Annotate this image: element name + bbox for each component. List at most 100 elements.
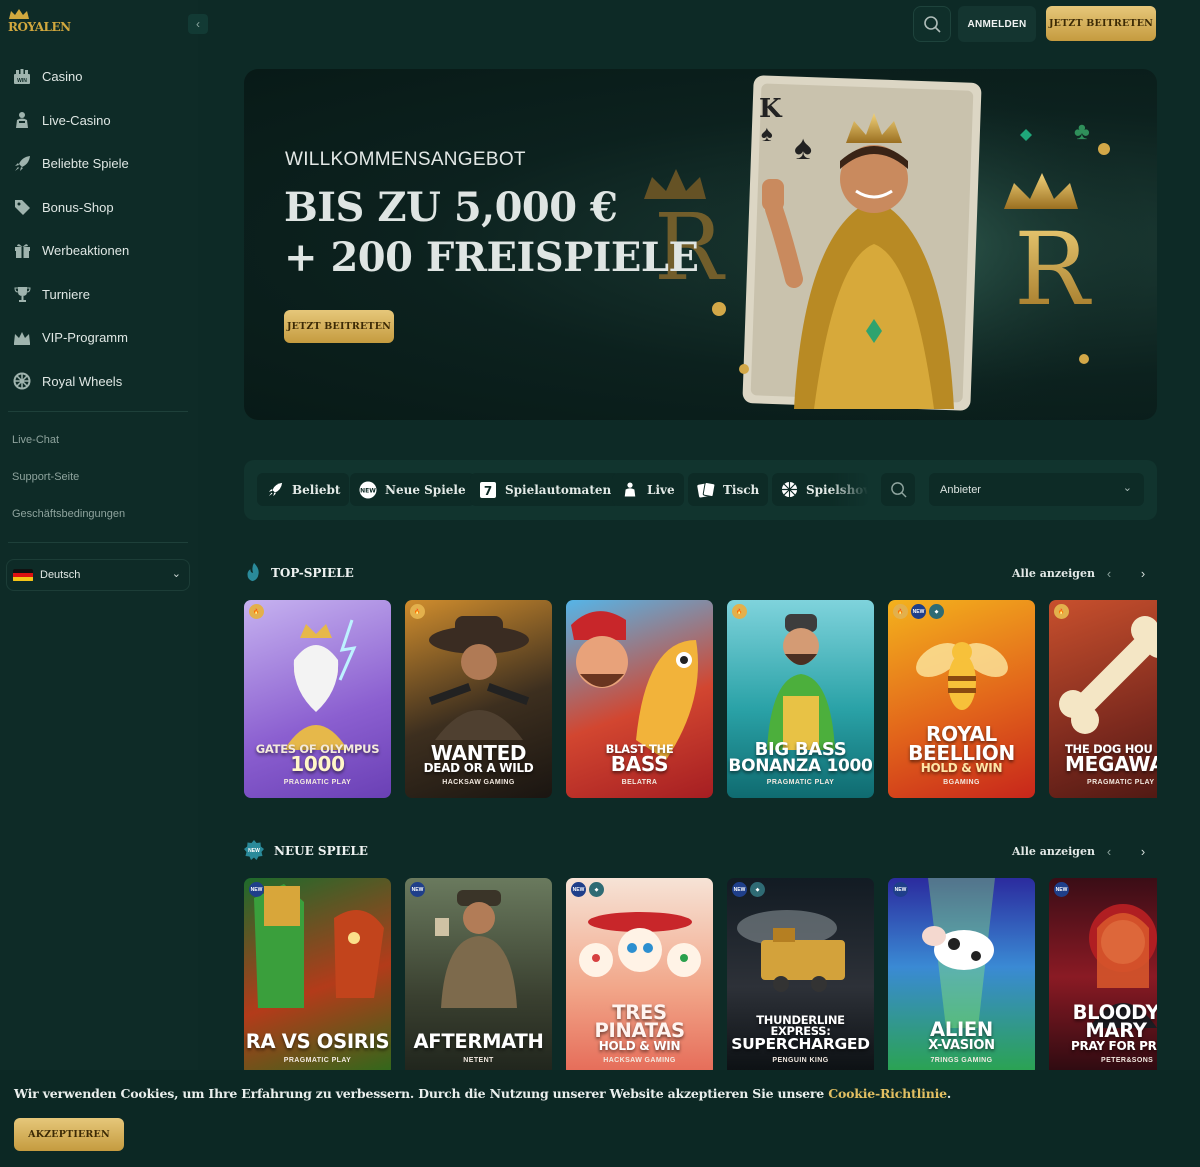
game-card[interactable]: NEW AFTERMATH NETENT — [405, 878, 552, 1076]
sidebar-item-casino[interactable]: WIN Casino — [0, 55, 198, 99]
sidebar-divider — [8, 411, 188, 412]
dealer-icon — [12, 110, 32, 130]
game-provider: PENGUIN KING — [772, 1057, 829, 1064]
sidebar-item-label: Turniere — [42, 286, 90, 302]
chevron-right-icon: › — [1140, 843, 1146, 859]
game-title: RA VS OSIRIS — [245, 1030, 390, 1054]
game-subtitle: HOLD & WIN — [920, 760, 1003, 775]
game-badges: NEW — [249, 882, 264, 897]
game-badges: 🔥 NEW ◆ — [893, 604, 944, 619]
new-badge-icon: NEW — [410, 882, 425, 897]
tag-icon — [12, 197, 32, 217]
game-title: ALIEN — [930, 1018, 993, 1042]
filter-chip-label: Tisch — [723, 482, 760, 497]
login-button[interactable]: ANMELDEN — [958, 6, 1036, 42]
sidebar-item-label: Live-Casino — [42, 112, 111, 128]
svg-text:♠: ♠ — [794, 129, 812, 167]
sidebar-collapse-button[interactable]: ‹ — [188, 14, 208, 34]
hot-badge-icon: 🔥 — [1054, 604, 1069, 619]
hot-badge-icon: 🔥 — [410, 604, 425, 619]
hero-banner[interactable]: R R K ♠ ♠ ♣ WILLKOMMENSANGEBOT BIS ZU 5,… — [244, 69, 1157, 420]
trophy-icon — [12, 284, 32, 304]
sidebar-item-promotions[interactable]: Werbeaktionen — [0, 229, 198, 273]
new-games-next-button[interactable]: › — [1134, 842, 1152, 860]
sidebar-item-royal-wheels[interactable]: Royal Wheels — [0, 360, 198, 404]
support-page-link[interactable]: Support-Seite — [12, 465, 125, 502]
chevron-right-icon: › — [1140, 565, 1146, 581]
new-games-row: NEW RA VS OSIRIS PRAGMATIC PLAY NEW AFTE… — [244, 878, 1157, 1078]
terms-link[interactable]: Geschäftsbedingungen — [12, 502, 125, 539]
game-card[interactable]: NEW ALIEN X-VASION 7RINGS GAMING — [888, 878, 1035, 1076]
brand-logo[interactable]: ROYALEN — [8, 8, 71, 40]
game-card[interactable]: BLAST THE BASS BELATRA — [566, 600, 713, 798]
accept-cookies-button[interactable]: AKZEPTIEREN — [14, 1118, 124, 1151]
filter-chip-table[interactable]: Tisch — [688, 473, 769, 506]
game-provider: BELATRA — [621, 779, 658, 786]
game-card[interactable]: 🔥 NEW ◆ ROYAL BEELLION HOLD & WIN BGAMING — [888, 600, 1035, 798]
game-badges: NEW ◆ — [732, 882, 765, 897]
top-games-prev-button[interactable]: ‹ — [1100, 564, 1118, 582]
drops-badge-icon: ◆ — [750, 882, 765, 897]
game-provider: NETENT — [463, 1057, 494, 1064]
top-games-row: 🔥 GATES OF OLYMPUS 1000 PRAGMATIC PLAY 🔥… — [244, 600, 1157, 800]
filter-chip-popular[interactable]: Beliebt — [257, 473, 350, 506]
svg-text:R: R — [1014, 211, 1092, 328]
new-games-title: NEUE SPIELE — [274, 844, 368, 858]
provider-select[interactable]: Anbieter ⌄ — [929, 473, 1144, 506]
game-card[interactable]: NEW ◆ THUNDERLINE EXPRESS: SUPERCHARGED P… — [727, 878, 874, 1076]
new-badge-icon: NEW — [911, 604, 926, 619]
filter-chip-gameshow[interactable]: Spielshow — [772, 473, 874, 506]
dealer-icon — [621, 481, 639, 499]
language-select[interactable]: Deutsch ⌄ — [6, 559, 190, 591]
sidebar-divider — [8, 542, 188, 543]
game-provider: PRAGMATIC PLAY — [766, 779, 835, 786]
game-card[interactable]: 🔥 GATES OF OLYMPUS 1000 PRAGMATIC PLAY — [244, 600, 391, 798]
game-title: 1000 — [290, 752, 345, 776]
game-card[interactable]: NEW RA VS OSIRIS PRAGMATIC PLAY — [244, 878, 391, 1076]
new-games-see-all-link[interactable]: Alle anzeigen — [1012, 845, 1095, 858]
top-games-next-button[interactable]: › — [1134, 564, 1152, 582]
sidebar-item-tournaments[interactable]: Turniere — [0, 273, 198, 317]
header-search-button[interactable] — [913, 6, 951, 42]
chevron-down-icon: ⌄ — [1122, 482, 1132, 494]
top-games-see-all-link[interactable]: Alle anzeigen — [1012, 567, 1095, 580]
chevron-left-icon: ‹ — [1106, 843, 1112, 859]
filter-chip-live[interactable]: Live — [612, 473, 684, 506]
game-card[interactable]: 🔥 THE DOG HOU MEGAWAY PRAGMATIC PLAY — [1049, 600, 1157, 798]
sidebar-nav: WIN Casino Live-Casino Beliebte Spiele B… — [0, 55, 198, 403]
svg-text:♠: ♠ — [761, 121, 773, 146]
sidebar-item-bonus-shop[interactable]: Bonus-Shop — [0, 186, 198, 230]
game-subtitle: PRAY FOR PRI — [1071, 1038, 1157, 1053]
sidebar-item-live-casino[interactable]: Live-Casino — [0, 99, 198, 143]
svg-text:WIN: WIN — [17, 78, 27, 84]
game-card[interactable]: NEW ◆ TRES PINATAS HOLD & WIN HACKSAW GAM… — [566, 878, 713, 1076]
game-badges: NEW — [893, 882, 908, 897]
german-flag-icon — [13, 568, 33, 582]
game-badges: NEW ◆ — [571, 882, 604, 897]
wheel-icon — [781, 481, 798, 499]
game-card[interactable]: 🔥 BIG BASS BONANZA 1000 PRAGMATIC PLAY — [727, 600, 874, 798]
game-subtitle: BONANZA 1000 — [728, 755, 873, 776]
sidebar-item-popular[interactable]: Beliebte Spiele — [0, 142, 198, 186]
sidebar-item-label: Bonus-Shop — [42, 199, 114, 215]
join-button[interactable]: JETZT BEITRETEN — [1046, 6, 1156, 41]
game-badges: NEW — [1054, 882, 1069, 897]
filter-chip-label: Spielautomaten — [505, 482, 612, 497]
cookie-policy-link[interactable]: Cookie-Richtlinie — [828, 1086, 947, 1101]
sidebar-item-vip[interactable]: VIP-Programm — [0, 316, 198, 360]
filter-chip-new-games[interactable]: NEW Neue Spiele — [350, 473, 475, 506]
live-chat-link[interactable]: Live-Chat — [12, 428, 125, 465]
hero-join-button[interactable]: JETZT BEITRETEN — [284, 310, 394, 343]
hero-kicker: WILLKOMMENSANGEBOT — [285, 149, 526, 170]
cookie-text: Wir verwenden Cookies, um Ihre Erfahrung… — [14, 1086, 951, 1101]
game-search-button[interactable] — [881, 473, 915, 506]
filter-chip-slots[interactable]: 7 Spielautomaten — [470, 473, 621, 506]
hot-badge-icon: 🔥 — [249, 604, 264, 619]
cookie-message-end: . — [946, 1086, 952, 1101]
search-icon — [890, 482, 907, 498]
wheel-icon — [12, 371, 32, 391]
filter-chip-label: Neue Spiele — [385, 482, 466, 497]
game-card[interactable]: NEW BLOODY MARY PRAY FOR PRI PETER&SONS — [1049, 878, 1157, 1076]
new-games-prev-button[interactable]: ‹ — [1100, 842, 1118, 860]
game-card[interactable]: 🔥 WANTED DEAD OR A WILD HACKSAW GAMING — [405, 600, 552, 798]
